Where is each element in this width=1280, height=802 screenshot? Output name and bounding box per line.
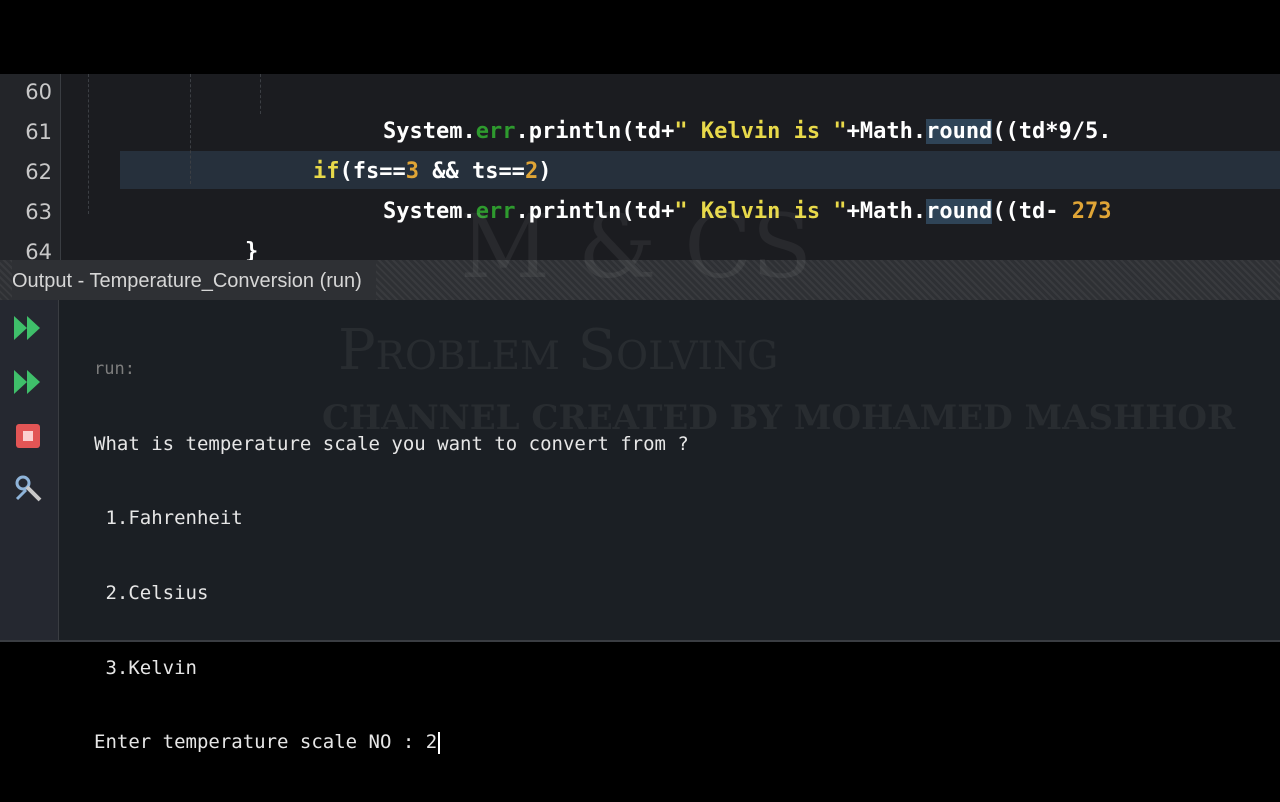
console-line: 1.Fahrenheit [94,507,243,530]
console-output[interactable]: run: What is temperature scale you want … [94,310,689,802]
code-token: ((td- [992,199,1072,224]
output-panel-title[interactable]: Output - Temperature_Conversion (run) [12,260,376,300]
indent-guide [88,74,90,214]
indent-guide [260,74,262,114]
console-input-prompt: Enter temperature scale NO : [94,731,426,754]
rerun-icon[interactable] [10,310,46,346]
console-line: 3.Kelvin [94,656,197,679]
code-line[interactable]: if(fs==3 && ts==2) [260,112,551,184]
code-line[interactable]: } [122,232,188,260]
line-number-gutter: 60 61 62 63 64 [0,74,61,260]
code-line[interactable]: } [192,192,258,260]
watermark-title: Problem Solving [338,318,779,383]
indent-guide [190,74,192,184]
line-number: 61 [25,120,52,144]
code-line[interactable]: System.err.println(td+" Kelvin is "+Math… [330,152,1112,224]
settings-icon[interactable] [10,470,46,506]
line-number: 63 [25,200,52,224]
console-input-value[interactable]: 2 [426,731,437,753]
line-number: 62 [25,160,52,184]
watermark-subtitle: CHANNEL CREATED BY MOHAMED MASHHOR [322,398,1236,438]
stop-icon[interactable] [10,418,46,454]
code-token: +Math. [846,199,927,224]
code-token: } [244,239,259,260]
code-token: +Math. [846,119,927,144]
console-line: 2.Celsius [94,582,209,605]
console-input-line[interactable]: Enter temperature scale NO : 2 [94,727,689,758]
line-number: 64 [25,240,52,260]
code-line[interactable]: System.err.println(td+" Kelvin is "+Math… [330,74,1112,144]
rerun-with-input-icon[interactable] [10,364,46,400]
output-toolbar [0,300,59,640]
highlighted-token: round [926,199,993,224]
panel-bottom-border [0,640,1280,642]
code-token: ((td*9/5. [992,119,1112,144]
line-number: 60 [25,80,52,104]
number-literal: 273 [1071,199,1112,224]
string-literal: " Kelvin is " [674,119,847,144]
text-cursor [438,731,441,754]
watermark-logo: M & CS [460,195,812,298]
highlighted-token: round [926,119,993,144]
